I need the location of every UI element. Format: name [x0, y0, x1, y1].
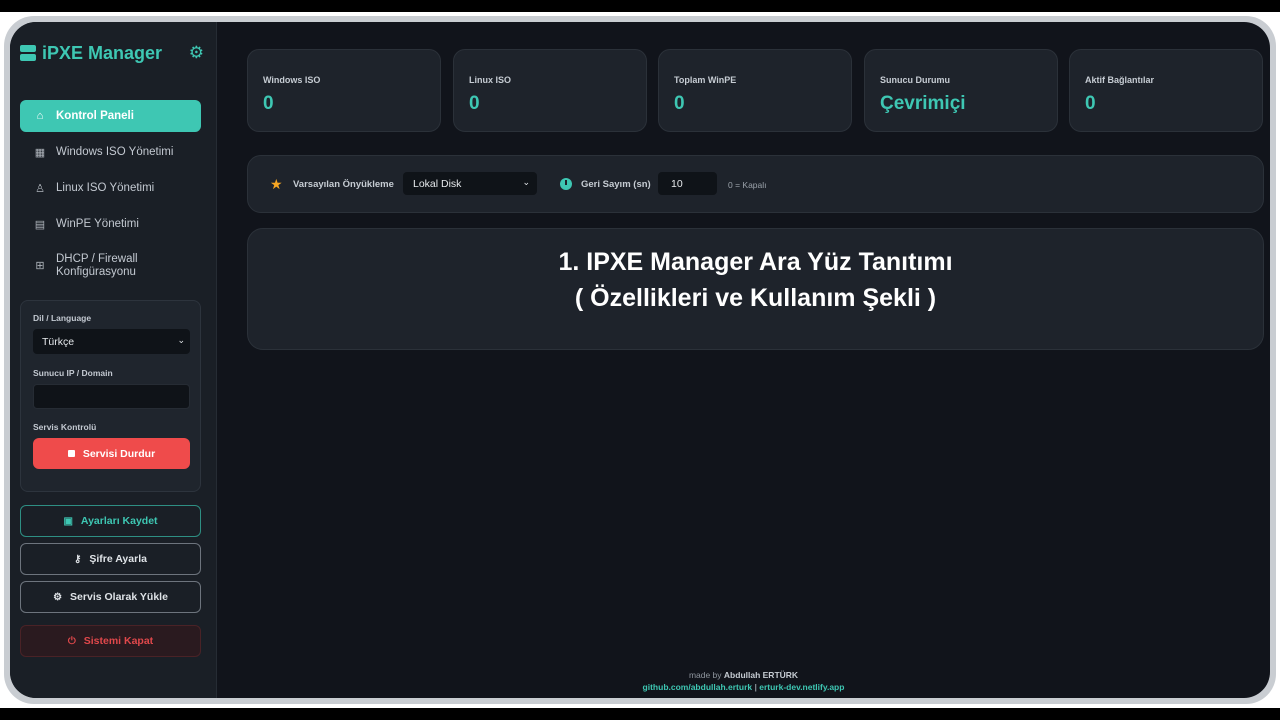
language-label: Dil / Language	[33, 313, 92, 323]
home-icon: ⌂	[36, 110, 44, 122]
server-ip-input[interactable]	[33, 384, 190, 409]
stat-value: Çevrimiçi	[880, 93, 966, 114]
chevron-down-icon: ⌄	[177, 335, 185, 345]
sidebar: iPXE Manager ⚙ ⌂ Kontrol Paneli ▦ Window…	[10, 22, 217, 698]
boot-options-bar: ★ Varsayılan Önyükleme Lokal Disk ⌄ Geri…	[247, 155, 1264, 213]
stat-value: 0	[263, 93, 274, 114]
install-service-button[interactable]: ⚙ Servis Olarak Yükle	[20, 581, 201, 613]
star-icon: ★	[270, 176, 283, 192]
stop-icon	[67, 450, 75, 457]
sidebar-item-label: Kontrol Paneli	[56, 110, 134, 122]
shutdown-button[interactable]: ⏻ Sistemi Kapat	[20, 625, 201, 657]
countdown-label: Geri Sayım (sn)	[581, 179, 651, 190]
stat-label: Sunucu Durumu	[880, 75, 950, 85]
server-label: Sunucu IP / Domain	[33, 368, 113, 378]
settings-panel: Dil / Language Türkçe ⌄ Sunucu IP / Doma…	[20, 300, 201, 492]
sidebar-item-label: Linux ISO Yönetimi	[56, 182, 155, 194]
stat-card-active-connections: Aktif Bağlantılar 0	[1069, 49, 1263, 132]
default-boot-select[interactable]: Lokal Disk ⌄	[403, 172, 537, 195]
network-icon: ⊞	[35, 259, 45, 272]
stat-card-linux-iso: Linux ISO 0	[453, 49, 647, 132]
gear-icon[interactable]: ⚙	[189, 43, 204, 63]
countdown-hint: 0 = Kapalı	[728, 180, 767, 190]
stat-card-winpe: Toplam WinPE 0	[658, 49, 852, 132]
stat-card-server-status: Sunucu Durumu Çevrimiçi	[864, 49, 1058, 132]
stat-card-windows-iso: Windows ISO 0	[247, 49, 441, 132]
brand: iPXE Manager ⚙	[20, 40, 208, 66]
clock-icon	[560, 178, 572, 190]
service-control-label: Servis Kontrolü	[33, 422, 97, 432]
sidebar-item-winpe[interactable]: ▤ WinPE Yönetimi	[20, 208, 201, 240]
default-boot-label: Varsayılan Önyükleme	[293, 179, 394, 190]
stat-label: Linux ISO	[469, 75, 512, 85]
set-password-button[interactable]: ⚷ Şifre Ayarla	[20, 543, 201, 575]
linux-icon: ♙	[35, 182, 45, 195]
stat-value: 0	[1085, 93, 1096, 114]
stop-service-button[interactable]: Servisi Durdur	[33, 438, 190, 469]
footer-separator: |	[754, 682, 757, 692]
sidebar-nav: ⌂ Kontrol Paneli ▦ Windows ISO Yönetimi …	[20, 100, 201, 292]
app-window: iPXE Manager ⚙ ⌂ Kontrol Paneli ▦ Window…	[4, 16, 1276, 704]
stat-value: 0	[674, 93, 685, 114]
stat-value: 0	[469, 93, 480, 114]
floppy-icon: ▣	[63, 515, 73, 527]
banner-subtitle: ( Özellikleri ve Kullanım Şekli )	[574, 284, 937, 312]
server-logo-icon	[20, 45, 36, 61]
stat-label: Windows ISO	[263, 75, 321, 85]
chevron-down-icon: ⌄	[522, 177, 530, 187]
website-link[interactable]: erturk-dev.netlify.app	[759, 682, 844, 692]
gears-icon: ⚙	[53, 591, 63, 603]
stat-label: Toplam WinPE	[674, 75, 737, 85]
save-settings-button[interactable]: ▣ Ayarları Kaydet	[20, 505, 201, 537]
footer-links: github.com/abdullah.erturk | erturk-dev.…	[217, 682, 1270, 692]
countdown-input[interactable]: 10	[658, 172, 717, 195]
sidebar-item-label: WinPE Yönetimi	[56, 218, 139, 230]
footer-author: Abdullah ERTÜRK	[723, 670, 799, 680]
footer-credit: made by Abdullah ERTÜRK	[688, 670, 799, 680]
sidebar-item-label: Windows ISO Yönetimi	[56, 146, 174, 158]
app-title: iPXE Manager	[42, 42, 163, 63]
server-icon: ▤	[34, 218, 46, 231]
language-select[interactable]: Türkçe ⌄	[33, 329, 190, 354]
main-content: Windows ISO 0 Linux ISO 0 Toplam WinPE 0…	[217, 22, 1270, 698]
sidebar-item-linux-iso[interactable]: ♙ Linux ISO Yönetimi	[20, 172, 201, 204]
sidebar-item-dhcp-firewall[interactable]: ⊞ DHCP / Firewall Konfigürasyonu	[20, 244, 201, 288]
windows-icon: ▦	[34, 146, 46, 159]
sidebar-item-label: DHCP / Firewall Konfigürasyonu	[56, 253, 138, 278]
power-icon: ⏻	[67, 635, 76, 647]
title-banner: 1. IPXE Manager Ara Yüz Tanıtımı ( Özell…	[247, 228, 1264, 350]
key-icon: ⚷	[74, 553, 82, 565]
sidebar-item-dashboard[interactable]: ⌂ Kontrol Paneli	[20, 100, 201, 132]
banner-title: 1. IPXE Manager Ara Yüz Tanıtımı	[558, 248, 953, 276]
stat-label: Aktif Bağlantılar	[1085, 75, 1155, 85]
app-container: iPXE Manager ⚙ ⌂ Kontrol Paneli ▦ Window…	[10, 22, 1270, 698]
sidebar-item-windows-iso[interactable]: ▦ Windows ISO Yönetimi	[20, 136, 201, 168]
github-link[interactable]: github.com/abdullah.erturk	[643, 682, 753, 692]
